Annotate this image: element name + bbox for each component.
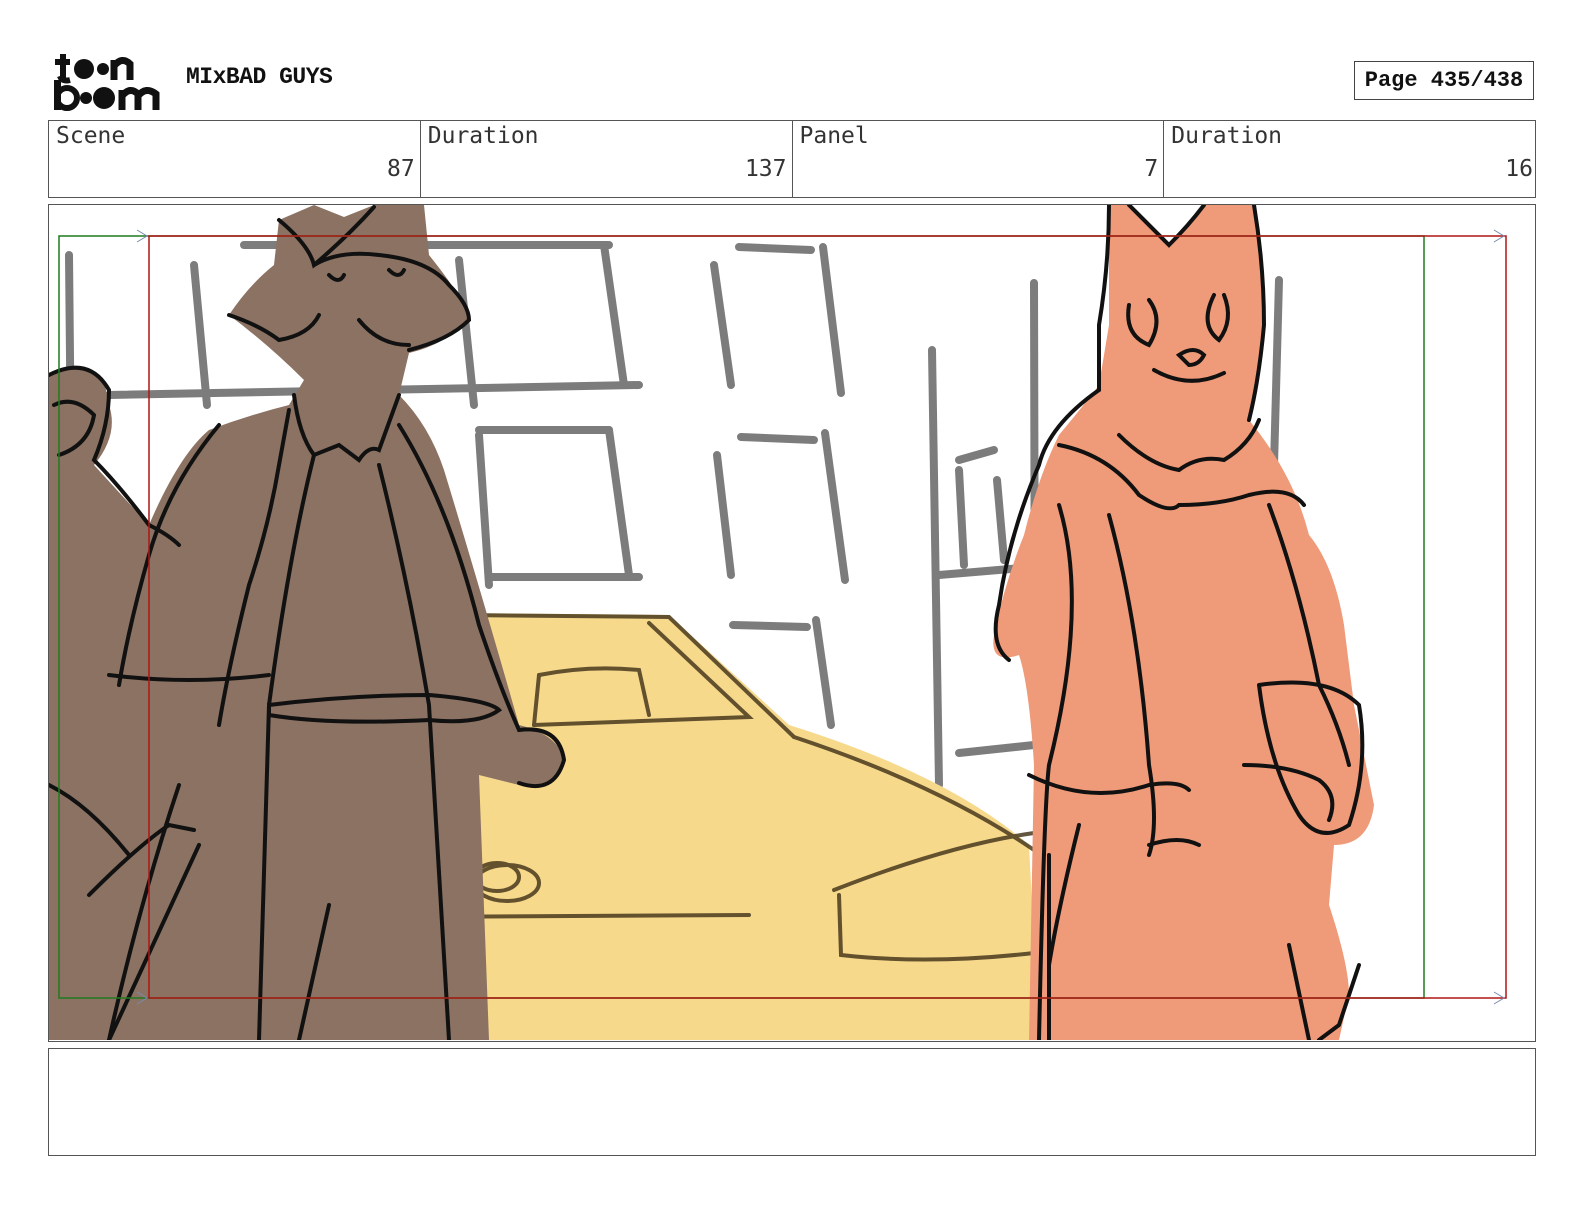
panel-cell: Panel 7 [793, 121, 1165, 197]
project-title: MIxBAD GUYS [186, 64, 333, 90]
panel-drawing [49, 205, 1507, 1040]
scene-duration-value: 137 [744, 156, 787, 182]
panel-duration-value: 16 [1505, 156, 1533, 182]
scene-cell: Scene 87 [49, 121, 421, 197]
panel-duration-label: Duration [1171, 123, 1283, 149]
panel-label: Panel [799, 123, 869, 149]
toon-boom-logo [52, 50, 164, 112]
scene-duration-label: Duration [427, 123, 539, 149]
scene-label: Scene [56, 123, 126, 149]
panel-duration-cell: Duration 16 [1164, 121, 1535, 197]
page-number: Page 435/438 [1354, 61, 1534, 100]
scene-duration-cell: Duration 137 [421, 121, 793, 197]
panel-info-bar: Scene 87 Duration 137 Panel 7 Duration 1… [48, 120, 1536, 198]
panel-value: 7 [1144, 156, 1159, 182]
storyboard-panel [48, 204, 1536, 1042]
scene-value: 87 [387, 156, 415, 182]
action-notes-box [48, 1048, 1536, 1156]
cat-character [993, 205, 1374, 1040]
